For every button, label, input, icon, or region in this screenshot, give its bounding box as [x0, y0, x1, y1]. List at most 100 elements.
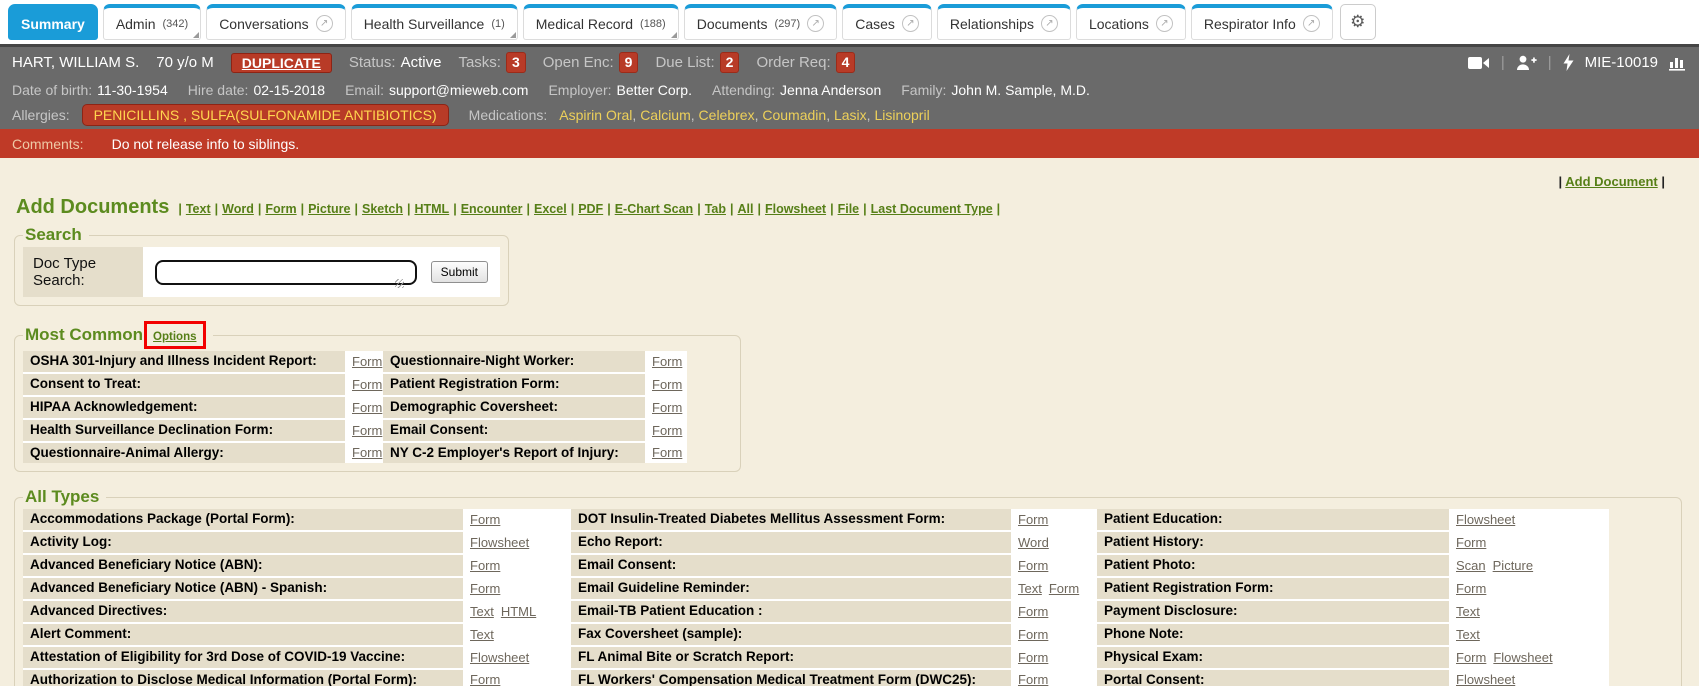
quick-link-html[interactable]: HTML: [414, 202, 449, 216]
popout-arrow-icon[interactable]: ↗: [807, 15, 824, 32]
doc-type-actions: Flowsheet: [1451, 670, 1609, 686]
tab-admin[interactable]: Admin(342): [103, 4, 201, 40]
lightning-icon[interactable]: [1563, 54, 1574, 71]
medication-link[interactable]: Calcium: [640, 107, 691, 123]
quick-link-text[interactable]: Text: [186, 202, 211, 216]
quick-link-all[interactable]: All: [737, 202, 753, 216]
doc-type-actions: Form: [1013, 509, 1095, 530]
dropdown-fold-icon[interactable]: [671, 32, 677, 38]
add-user-icon[interactable]: [1516, 55, 1537, 71]
chart-settings-button[interactable]: ⚙: [1340, 4, 1376, 40]
doc-link-form[interactable]: Form: [352, 445, 382, 460]
doc-type-search-input[interactable]: [155, 260, 417, 285]
tab-documents[interactable]: Documents(297)↗: [684, 4, 838, 40]
quick-link-encounter[interactable]: Encounter: [461, 202, 523, 216]
video-camera-icon[interactable]: [1468, 56, 1490, 70]
doc-link-form[interactable]: Form: [470, 672, 500, 686]
doc-link-form[interactable]: Form: [1049, 581, 1079, 596]
doc-link-flowsheet[interactable]: Flowsheet: [470, 535, 529, 550]
doc-link-form[interactable]: Form: [652, 400, 682, 415]
doc-link-form[interactable]: Form: [1456, 650, 1486, 665]
quick-link-e-chart-scan[interactable]: E-Chart Scan: [615, 202, 694, 216]
dropdown-fold-icon[interactable]: [510, 32, 516, 38]
tab-conversations[interactable]: Conversations↗: [206, 4, 346, 40]
demographic-value: 02-15-2018: [253, 82, 325, 98]
doc-link-form[interactable]: Form: [1018, 604, 1048, 619]
doc-link-form[interactable]: Form: [1018, 650, 1048, 665]
doc-link-picture[interactable]: Picture: [1493, 558, 1533, 573]
quick-link-form[interactable]: Form: [265, 202, 296, 216]
doc-link-form[interactable]: Form: [1456, 535, 1486, 550]
medication-link[interactable]: Celebrex: [699, 107, 755, 123]
popout-arrow-icon[interactable]: ↗: [902, 15, 919, 32]
counter-label: Tasks:: [458, 54, 501, 71]
doc-link-form[interactable]: Form: [652, 377, 682, 392]
doc-link-text[interactable]: Text: [1018, 581, 1042, 596]
medication-link[interactable]: Coumadin: [762, 107, 826, 123]
resize-grip-icon[interactable]: [395, 279, 404, 288]
doc-link-form[interactable]: Form: [1018, 672, 1048, 686]
doc-link-scan[interactable]: Scan: [1456, 558, 1486, 573]
popout-arrow-icon[interactable]: ↗: [1156, 15, 1173, 32]
options-link[interactable]: Options: [153, 331, 196, 343]
quick-link-picture[interactable]: Picture: [308, 202, 350, 216]
doc-link-form[interactable]: Form: [1018, 558, 1048, 573]
doc-link-form[interactable]: Form: [652, 354, 682, 369]
quick-link-sketch[interactable]: Sketch: [362, 202, 403, 216]
doc-link-form[interactable]: Form: [352, 400, 382, 415]
doc-link-text[interactable]: Text: [1456, 604, 1480, 619]
quick-link-last-document-type[interactable]: Last Document Type: [871, 202, 993, 216]
doc-link-html[interactable]: HTML: [501, 604, 536, 619]
counter-badge: 3: [506, 52, 526, 73]
add-document-link[interactable]: Add Document: [1565, 174, 1657, 189]
doc-link-text[interactable]: Text: [470, 627, 494, 642]
doc-type-label: Advanced Directives:: [23, 601, 463, 622]
tab-health-surveillance[interactable]: Health Surveillance(1): [351, 4, 518, 40]
submit-button[interactable]: Submit: [431, 261, 488, 283]
doc-link-flowsheet[interactable]: Flowsheet: [1456, 672, 1515, 686]
tab-respirator-info[interactable]: Respirator Info↗: [1191, 4, 1333, 40]
quick-link-word[interactable]: Word: [222, 202, 254, 216]
doc-link-form[interactable]: Form: [1456, 581, 1486, 596]
tab-medical-record[interactable]: Medical Record(188): [523, 4, 679, 40]
doc-link-text[interactable]: Text: [1456, 627, 1480, 642]
tab-locations[interactable]: Locations↗: [1076, 4, 1186, 40]
quick-link-file[interactable]: File: [838, 202, 860, 216]
duplicate-link[interactable]: DUPLICATE: [231, 53, 332, 73]
doc-link-form[interactable]: Form: [470, 581, 500, 596]
tab-relationships[interactable]: Relationships↗: [937, 4, 1071, 40]
doc-link-text[interactable]: Text: [470, 604, 494, 619]
popout-arrow-icon[interactable]: ↗: [1041, 15, 1058, 32]
doc-link-word[interactable]: Word: [1018, 535, 1049, 550]
doc-type-name: Email Guideline Reminder:: [578, 580, 750, 597]
tab-summary[interactable]: Summary: [8, 4, 98, 40]
doc-link-form[interactable]: Form: [1018, 627, 1048, 642]
doc-link-form[interactable]: Form: [352, 377, 382, 392]
doc-link-form[interactable]: Form: [352, 423, 382, 438]
doc-link-form[interactable]: Form: [1018, 512, 1048, 527]
doc-link-form[interactable]: Form: [652, 423, 682, 438]
medication-link[interactable]: Aspirin Oral: [559, 107, 632, 123]
tab-cases[interactable]: Cases↗: [842, 4, 932, 40]
doc-link-form[interactable]: Form: [470, 558, 500, 573]
pipe: |: [354, 202, 358, 216]
doc-link-flowsheet[interactable]: Flowsheet: [470, 650, 529, 665]
medication-link[interactable]: Lisinopril: [874, 107, 929, 123]
doc-link-flowsheet[interactable]: Flowsheet: [1493, 650, 1552, 665]
quick-link-excel[interactable]: Excel: [534, 202, 567, 216]
bar-chart-icon[interactable]: [1669, 55, 1687, 71]
medication-link[interactable]: Lasix: [834, 107, 867, 123]
doc-type-label: Advanced Beneficiary Notice (ABN) - Span…: [23, 578, 463, 599]
dropdown-fold-icon[interactable]: [193, 32, 199, 38]
allergies-badge[interactable]: PENICILLINS , SULFA(SULFONAMIDE ANTIBIOT…: [82, 104, 449, 126]
quick-link-tab[interactable]: Tab: [705, 202, 726, 216]
doc-link-flowsheet[interactable]: Flowsheet: [1456, 512, 1515, 527]
doc-link-form[interactable]: Form: [470, 512, 500, 527]
popout-arrow-icon[interactable]: ↗: [316, 15, 333, 32]
doc-link-form[interactable]: Form: [652, 445, 682, 460]
popout-arrow-icon[interactable]: ↗: [1303, 15, 1320, 32]
quick-link-flowsheet[interactable]: Flowsheet: [765, 202, 826, 216]
quick-link-pdf[interactable]: PDF: [578, 202, 603, 216]
doc-type-name: Email Consent:: [390, 422, 488, 439]
doc-link-form[interactable]: Form: [352, 354, 382, 369]
